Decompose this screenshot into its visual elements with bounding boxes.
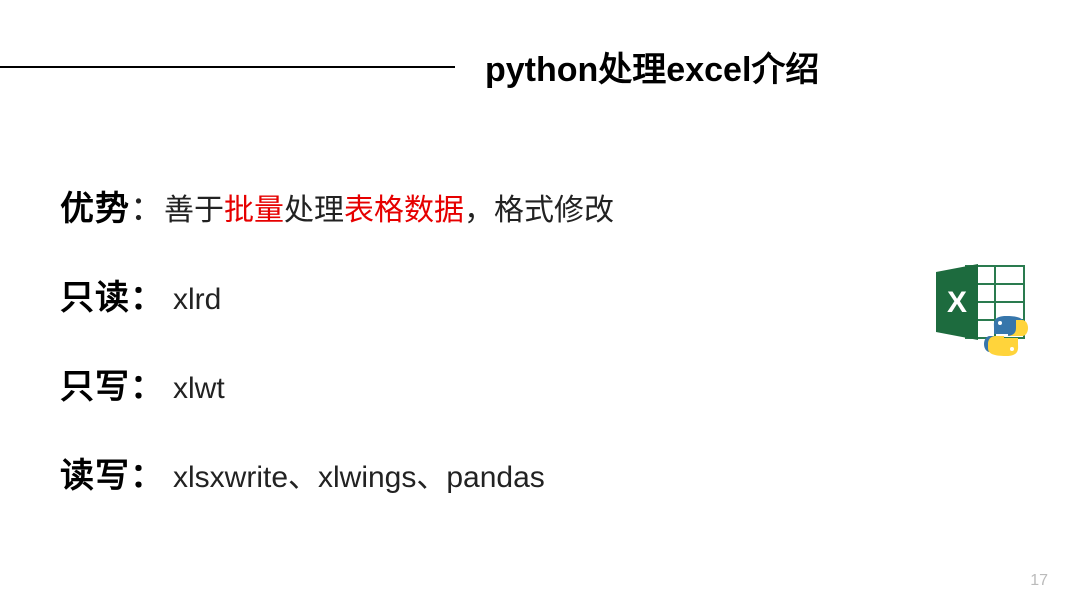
label-read-only: 只读： [60,270,165,319]
svg-text:X: X [947,286,967,319]
value-read-only: xlrd [173,283,221,317]
colon-advantage: ： [130,181,164,230]
row-write-only: 只写： xlwt [60,359,1080,408]
row-read-write: 读写： xlsxwrite、xlwings、pandas [60,448,1080,497]
page-number: 17 [1030,572,1048,590]
header-divider [0,66,455,68]
slide-title: python处理excel介绍 [485,42,819,91]
value-advantage: 善于批量处理表格数据，格式修改 [164,185,614,229]
row-advantage: 优势： 善于批量处理表格数据，格式修改 [60,181,1080,230]
label-read-write: 读写： [60,448,165,497]
value-read-write: xlsxwrite、xlwings、pandas [173,452,545,496]
slide-content: 优势： 善于批量处理表格数据，格式修改 只读： xlrd 只写： xlwt 读写… [0,91,1080,497]
label-write-only: 只写： [60,359,165,408]
label-advantage: 优势 [60,181,130,230]
excel-python-icon: X [928,260,1038,365]
slide-header: python处理excel介绍 [0,0,1080,91]
value-write-only: xlwt [173,372,225,406]
row-read-only: 只读： xlrd [60,270,1080,319]
